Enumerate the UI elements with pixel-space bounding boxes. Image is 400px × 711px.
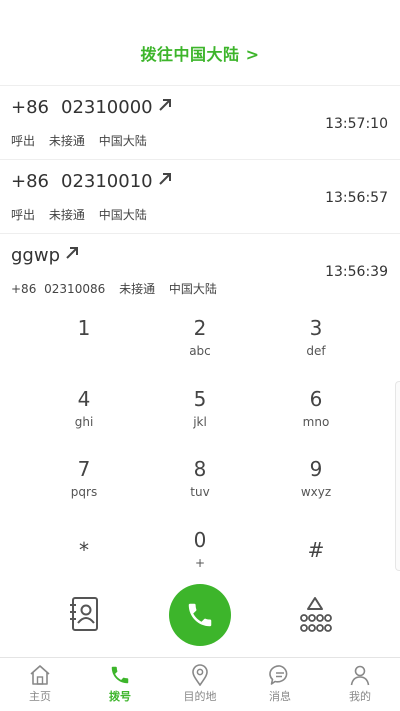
outgoing-arrow-icon	[158, 98, 171, 111]
phone-icon	[111, 666, 129, 684]
phone-number: 02310000	[61, 97, 153, 118]
key-letters: ghi	[74, 415, 94, 429]
call-details: 呼出 未接通 中国大陆	[11, 206, 157, 223]
key-2[interactable]: 2 abc	[140, 316, 260, 376]
key-digit: 0	[193, 528, 207, 552]
key-digit: #	[307, 538, 325, 562]
outgoing-arrow-icon	[158, 172, 171, 185]
call-number-line: +86 02310000	[11, 97, 173, 118]
call-direction: 呼出	[11, 134, 36, 148]
location-pin-icon	[192, 664, 208, 686]
call-status: 未接通	[119, 282, 156, 296]
nav-label: 目的地	[183, 690, 217, 703]
chat-bubble-icon	[269, 665, 288, 685]
nav-item-home[interactable]: 主页	[10, 664, 70, 704]
nav-item-destination[interactable]: 目的地	[170, 664, 230, 704]
key-6[interactable]: 6 mno	[256, 387, 376, 447]
key-7[interactable]: 7 pqrs	[24, 457, 144, 517]
call-log-item[interactable]: +86 02310010 呼出 未接通 中国大陆 13:56:57	[0, 160, 400, 234]
key-digit: 4	[77, 387, 91, 411]
nav-label: 消息	[269, 690, 291, 703]
key-5[interactable]: 5 jkl	[140, 387, 260, 447]
call-number-line: ggwp	[11, 245, 80, 266]
key-letters: wxyz	[300, 485, 332, 499]
nav-item-dial[interactable]: 拨号	[90, 664, 150, 704]
call-number-line: +86 02310010	[11, 171, 173, 192]
call-log-item[interactable]: +86 02310000 呼出 未接通 中国大陆 13:57:10	[0, 86, 400, 160]
key-letters: tuv	[190, 485, 210, 499]
country-code: +86	[11, 282, 37, 296]
key-letters: jkl	[193, 415, 207, 429]
key-letters: mno	[302, 415, 330, 429]
dial-actions	[0, 582, 400, 648]
key-3[interactable]: 3 def	[256, 316, 376, 376]
edge-panel-handle[interactable]	[395, 381, 400, 571]
call-direction: 呼出	[11, 208, 36, 222]
call-region: 中国大陆	[98, 134, 147, 148]
call-region: 中国大陆	[98, 208, 147, 222]
call-region: 中国大陆	[168, 282, 217, 296]
country-code: +86	[11, 171, 49, 192]
key-letters: pqrs	[70, 485, 98, 499]
key-letters: abc	[189, 344, 211, 358]
nav-item-profile[interactable]: 我的	[330, 664, 390, 704]
call-details: 呼出 未接通 中国大陆	[11, 132, 157, 149]
dialer-screen: 拨往中国大陆 > +86 02310000 呼出 未接通 中国大陆 13:57:…	[0, 0, 400, 711]
call-time: 13:56:57	[325, 190, 388, 206]
call-time: 13:56:39	[325, 264, 388, 280]
key-digit: 3	[309, 316, 323, 340]
call-log-item[interactable]: ggwp +86 02310086 未接通 中国大陆 13:56:39	[0, 234, 400, 310]
home-icon	[30, 665, 50, 685]
bottom-nav: 主页 拨号 目的地 消息 我的	[0, 657, 400, 711]
nav-label: 拨号	[109, 690, 131, 703]
header: 拨往中国大陆 >	[0, 0, 400, 86]
key-digit: 5	[193, 387, 207, 411]
nav-item-messages[interactable]: 消息	[250, 664, 310, 704]
keypad-toggle-icon[interactable]	[298, 596, 332, 634]
key-digit: 1	[77, 316, 91, 340]
key-4[interactable]: 4 ghi	[24, 387, 144, 447]
key-digit: 2	[193, 316, 207, 340]
nav-label: 主页	[29, 690, 51, 703]
key-digit: 8	[193, 457, 207, 481]
key-digit: 9	[309, 457, 323, 481]
key-1[interactable]: 1	[24, 316, 144, 376]
phone-number: 02310086	[44, 282, 106, 296]
contacts-book-icon[interactable]	[68, 596, 100, 632]
contact-name: ggwp	[11, 245, 60, 266]
destination-selector[interactable]: 拨往中国大陆 >	[141, 41, 260, 65]
key-digit: 7	[77, 457, 91, 481]
key-digit: *	[79, 538, 89, 562]
key-9[interactable]: 9 wxyz	[256, 457, 376, 517]
nav-label: 我的	[349, 690, 371, 703]
call-details: +86 02310086 未接通 中国大陆	[11, 280, 227, 297]
call-time: 13:57:10	[325, 116, 388, 132]
call-log-list: +86 02310000 呼出 未接通 中国大陆 13:57:10 +86 02…	[0, 86, 400, 310]
call-status: 未接通	[48, 134, 85, 148]
key-letters: +	[194, 556, 206, 570]
key-8[interactable]: 8 tuv	[140, 457, 260, 517]
call-button[interactable]	[169, 584, 231, 646]
key-digit: 6	[309, 387, 323, 411]
key-letters: def	[306, 344, 326, 358]
phone-icon	[188, 603, 212, 627]
key-0[interactable]: 0 +	[140, 528, 260, 588]
outgoing-arrow-icon	[66, 246, 78, 259]
call-status: 未接通	[48, 208, 85, 222]
person-icon	[350, 665, 370, 686]
country-code: +86	[11, 97, 49, 118]
phone-number: 02310010	[61, 171, 153, 192]
